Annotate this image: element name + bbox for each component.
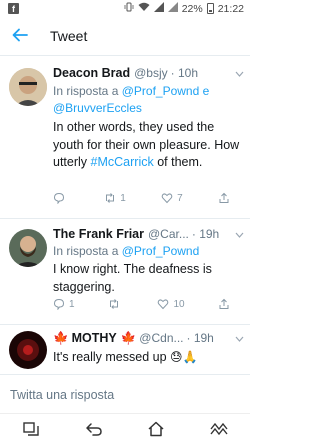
retweet-icon xyxy=(106,193,115,203)
retweet-icon xyxy=(110,299,118,309)
signal-2-icon xyxy=(167,2,178,15)
tweet-text-end: of them. xyxy=(157,155,203,169)
home-icon xyxy=(148,421,164,437)
author-handle: @Car... xyxy=(148,227,189,241)
retweet-count: 1 xyxy=(120,192,126,204)
reply-button[interactable] xyxy=(53,192,69,204)
facebook-icon: f xyxy=(8,3,19,14)
like-button[interactable]: 7 xyxy=(161,192,183,204)
recent-apps-button[interactable] xyxy=(11,422,51,436)
system-nav-bar xyxy=(0,413,250,444)
reply-icon xyxy=(53,192,65,204)
author-handle: @bsjy xyxy=(134,66,168,80)
author-name[interactable]: The Frank Friar xyxy=(53,227,144,241)
wifi-icon xyxy=(138,2,150,15)
tweet[interactable]: Deacon Brad @bsjy · 10h In risposta a @P… xyxy=(0,56,250,219)
tweet-text: It's really messed up xyxy=(53,350,167,364)
reply-prefix: In risposta a xyxy=(53,244,119,258)
like-count: 10 xyxy=(173,298,185,310)
share-button[interactable] xyxy=(218,298,230,310)
reply-count: 1 xyxy=(69,298,75,310)
like-count: 7 xyxy=(177,192,183,204)
clock: 21:22 xyxy=(217,2,244,15)
heart-icon xyxy=(161,193,173,204)
battery-icon xyxy=(206,3,214,14)
reply-input[interactable]: Twitta una risposta xyxy=(0,374,250,414)
hashtag-link[interactable]: #McCarrick xyxy=(91,155,154,169)
tweet-time: · 19h xyxy=(186,331,214,345)
author-name[interactable]: Deacon Brad xyxy=(53,66,130,80)
avatar[interactable] xyxy=(9,68,47,106)
tweet-time: · 19h xyxy=(191,227,220,241)
chevron-down-icon[interactable] xyxy=(231,69,244,80)
avatar[interactable] xyxy=(9,229,47,267)
tweet-text: I know right. The deafness is staggering… xyxy=(53,262,212,294)
emoji-sweat-pray-icon: 😓🙏 xyxy=(170,350,198,364)
reply-button[interactable]: 1 xyxy=(53,298,75,310)
page-title: Tweet xyxy=(50,28,88,44)
overview-icon xyxy=(210,422,228,436)
recent-apps-icon xyxy=(23,422,39,436)
app-header: Tweet xyxy=(0,17,250,56)
home-button[interactable] xyxy=(136,421,176,437)
status-bar: f 22% 21:22 xyxy=(0,0,250,17)
share-button[interactable] xyxy=(218,192,230,204)
back-nav-button[interactable] xyxy=(74,422,114,436)
retweet-button[interactable]: 1 xyxy=(104,192,126,204)
signal-icon xyxy=(153,2,164,15)
back-arrow-icon[interactable] xyxy=(12,27,36,45)
heart-icon xyxy=(158,299,169,310)
reply-mentions[interactable]: @Prof_Pownd xyxy=(122,244,200,258)
reply-placeholder: Twitta una risposta xyxy=(10,387,115,402)
maple-leaf-icon: 🍁 xyxy=(120,331,137,345)
author-name[interactable]: MOTHY xyxy=(72,331,117,345)
overview-button[interactable] xyxy=(199,422,239,436)
chevron-down-icon[interactable] xyxy=(231,334,244,345)
like-button[interactable]: 10 xyxy=(157,298,185,310)
tweet-time: · 10h xyxy=(170,66,198,80)
battery-percent: 22% xyxy=(181,2,203,15)
vibrate-icon xyxy=(124,2,134,15)
author-handle: @Cdn... xyxy=(139,331,184,345)
maple-leaf-icon: 🍁 xyxy=(53,331,69,345)
reply-prefix: In risposta a xyxy=(53,84,119,98)
share-icon xyxy=(219,192,229,203)
tweet[interactable]: 🍁 MOTHY 🍁 @Cdn... · 19h It's really mess… xyxy=(0,325,250,375)
share-icon xyxy=(219,298,229,309)
reply-icon xyxy=(53,298,65,310)
back-nav-icon xyxy=(86,423,102,436)
tweet[interactable]: The Frank Friar @Car... · 19h In rispost… xyxy=(0,219,250,325)
chevron-down-icon[interactable] xyxy=(231,230,244,241)
avatar[interactable] xyxy=(9,331,47,369)
retweet-button[interactable] xyxy=(108,298,124,310)
